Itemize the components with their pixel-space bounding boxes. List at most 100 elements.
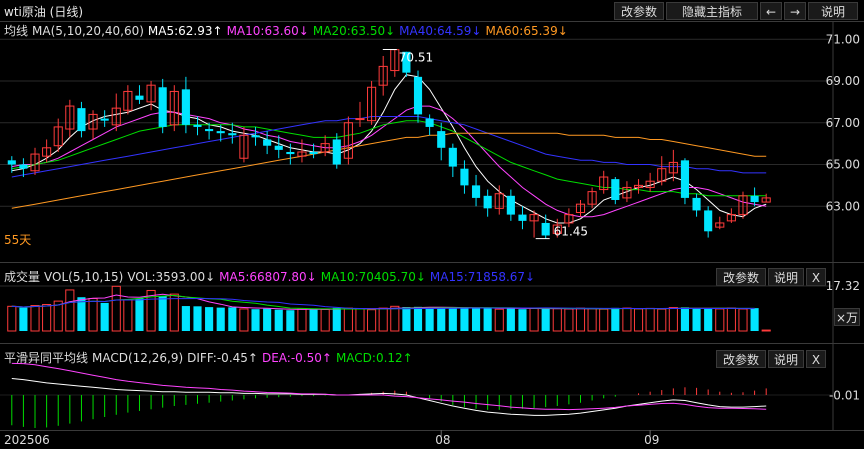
macd-diff-line [11,378,767,416]
volume-bar [680,307,690,331]
volume-bar [263,308,272,331]
volume-bar [599,308,609,332]
candle-body [263,139,272,146]
volume-bar [657,308,667,332]
volume-bar [7,305,17,332]
main-y-tick: 69.00 [826,74,860,88]
volume-bar [518,309,527,331]
vol-ma5-line [11,293,755,310]
candle-body [541,222,550,236]
volume-bar [611,307,620,331]
candle-body [19,164,28,169]
volume-bar [506,307,515,331]
x-tick-label: 202506 [4,433,50,447]
candle-body [750,195,759,203]
high-label: 70.51 [399,50,433,64]
low-label: 61.45 [554,225,588,239]
volume-bar [633,308,644,332]
candle-body [506,195,515,215]
chart-canvas: 71.00 69.00 67.00 65.00 63.00 70.51 61.45 17.32… [0,22,860,447]
volume-bar [575,307,586,332]
volume-bar [88,298,98,332]
volume-bar [529,307,539,332]
volume-bar [645,307,655,332]
candle-body [448,147,457,167]
volume-bar [692,308,701,331]
volume-bar [471,307,481,331]
volume-bar [239,308,249,332]
volume-bar [750,308,759,331]
volume-bar [158,295,167,331]
volume-bar [286,310,295,331]
candle-body [437,131,446,148]
main-y-tick: 67.00 [826,116,860,130]
vol-y-tick: 17.32 [826,279,860,293]
candle-body [274,145,283,150]
main-y-tick: 71.00 [826,32,860,46]
volume-bar [402,307,411,331]
candle-body [228,133,237,136]
candle-body [193,124,202,127]
candle-body [309,151,318,155]
candle-body [332,139,341,165]
volume-bar [448,307,457,331]
volume-bar [111,285,121,332]
volume-bar [460,308,469,331]
volume-bar [205,307,214,331]
candle-body [135,95,144,100]
vol-ma10-line [11,294,755,310]
candle-body [7,160,16,165]
volume-bar [193,306,202,331]
volume-bar [30,305,40,332]
volume-bar [622,307,632,332]
volume-bar [309,308,318,331]
volume-bar [761,329,771,332]
volume-bar [483,308,492,331]
volume-bar [564,308,574,332]
candle-body [518,214,527,221]
main-y-tick: 65.00 [826,158,860,172]
candle-body [611,179,620,200]
candle-body [680,160,690,198]
candle-body [77,108,86,132]
volume-bar [390,305,400,332]
volume-bar [297,308,307,332]
candle-body [460,168,469,186]
x-tick-label: 08 [435,433,450,447]
candle-body [205,129,214,132]
x-tick-label: 09 [644,433,659,447]
volume-bar [704,308,713,331]
main-y-tick: 63.00 [826,199,860,213]
volume-bar [367,309,377,332]
volume-bar [100,302,109,331]
volume-bar [738,308,748,332]
volume-bar [378,307,388,332]
candle-body [251,135,260,138]
candle-body [471,185,481,198]
volume-bar [425,308,434,331]
volume-bar [494,308,504,332]
volume-bar [726,307,736,332]
volume-bar [65,289,75,332]
volume-bar [19,307,28,331]
vol-ma15-line [11,297,755,310]
volume-bar [668,307,678,332]
candle-body [216,131,225,134]
volume-bar [123,299,133,332]
candle-body [704,210,713,232]
macd-y-tick: -0.01 [829,389,860,403]
candle-body [355,118,365,121]
volume-bar [42,303,52,332]
volume-bar [169,293,179,332]
volume-bar [216,307,225,331]
volume-bar [355,308,365,332]
candle-body [413,76,423,115]
volume-bar [320,308,330,332]
candle-body [286,151,295,155]
volume-bar [228,307,237,331]
candle-body [483,195,492,209]
volume-bar [181,306,190,331]
volume-bar [413,306,423,331]
ma-line-ma5 [11,74,767,224]
volume-bar [135,298,144,331]
